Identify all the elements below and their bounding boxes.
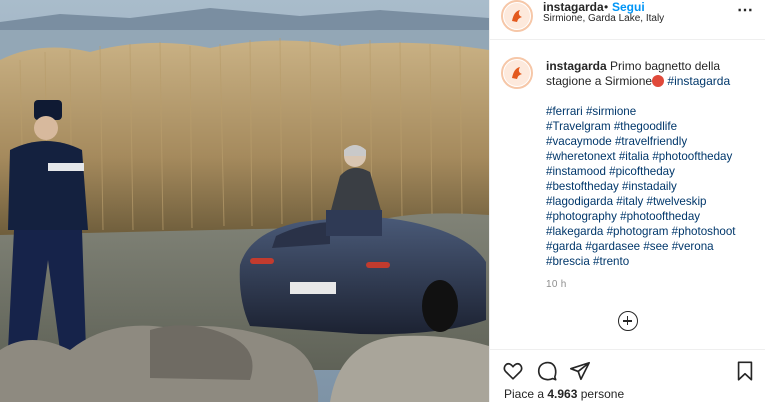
likes-count[interactable]: Piace a 4.963 persone xyxy=(504,387,624,401)
load-more-comments-icon[interactable] xyxy=(618,311,638,331)
more-options-icon[interactable]: ⋯ xyxy=(737,0,754,20)
caption-hashtag[interactable]: #instagarda xyxy=(667,74,730,88)
caption: instagarda Primo bagnetto della stagione… xyxy=(546,59,756,89)
likes-suffix: persone xyxy=(580,387,625,401)
like-heart-icon[interactable] xyxy=(502,360,524,382)
hashtag-line[interactable]: #vacaymode #travelfriendly xyxy=(546,134,758,149)
header-separator: • xyxy=(604,0,609,14)
post-location[interactable]: Sirmione, Garda Lake, Italy xyxy=(543,13,664,24)
hashtag-line[interactable]: #lagodigarda #italy #twelveskip xyxy=(546,194,758,209)
caption-avatar[interactable] xyxy=(501,57,533,89)
hashtag-line[interactable]: #instamood #picoftheday xyxy=(546,164,758,179)
action-bar xyxy=(490,349,765,389)
hashtag-line[interactable]: #Travelgram #thegoodlife xyxy=(546,119,758,134)
hashtag-line[interactable]: #garda #gardasee #see #verona xyxy=(546,239,758,254)
hashtag-line[interactable]: #lakegarda #photogram #photoshoot xyxy=(546,224,758,239)
post-photo[interactable] xyxy=(0,0,489,402)
post-header: instagarda • Segui Sirmione, Garda Lake,… xyxy=(490,0,765,40)
comment-icon[interactable] xyxy=(536,360,558,382)
share-send-icon[interactable] xyxy=(569,360,591,382)
profile-avatar[interactable] xyxy=(501,0,533,32)
follow-button[interactable]: Segui xyxy=(612,0,645,14)
likes-prefix: Piace a xyxy=(504,387,545,401)
angry-face-icon xyxy=(652,75,665,87)
post-side-panel: instagarda • Segui Sirmione, Garda Lake,… xyxy=(489,0,765,402)
post-username[interactable]: instagarda xyxy=(543,0,604,14)
instagarda-logo-icon xyxy=(504,60,530,86)
caption-username[interactable]: instagarda xyxy=(546,59,607,73)
hashtag-line[interactable]: #photography #photooftheday xyxy=(546,209,758,224)
hashtag-line[interactable]: #brescia #trento xyxy=(546,254,758,269)
hashtag-list: #ferrari #sirmione #Travelgram #thegoodl… xyxy=(546,104,758,269)
hashtag-line[interactable]: #bestoftheday #instadaily xyxy=(546,179,758,194)
hashtag-line[interactable]: #wheretonext #italia #photooftheday xyxy=(546,149,758,164)
hashtag-line[interactable]: #ferrari #sirmione xyxy=(546,104,758,119)
likes-number: 4.963 xyxy=(547,387,578,401)
save-bookmark-icon[interactable] xyxy=(734,360,756,382)
instagarda-logo-icon xyxy=(504,3,530,29)
post-timestamp[interactable]: 10 h xyxy=(546,279,567,290)
photo-scene xyxy=(0,0,489,402)
